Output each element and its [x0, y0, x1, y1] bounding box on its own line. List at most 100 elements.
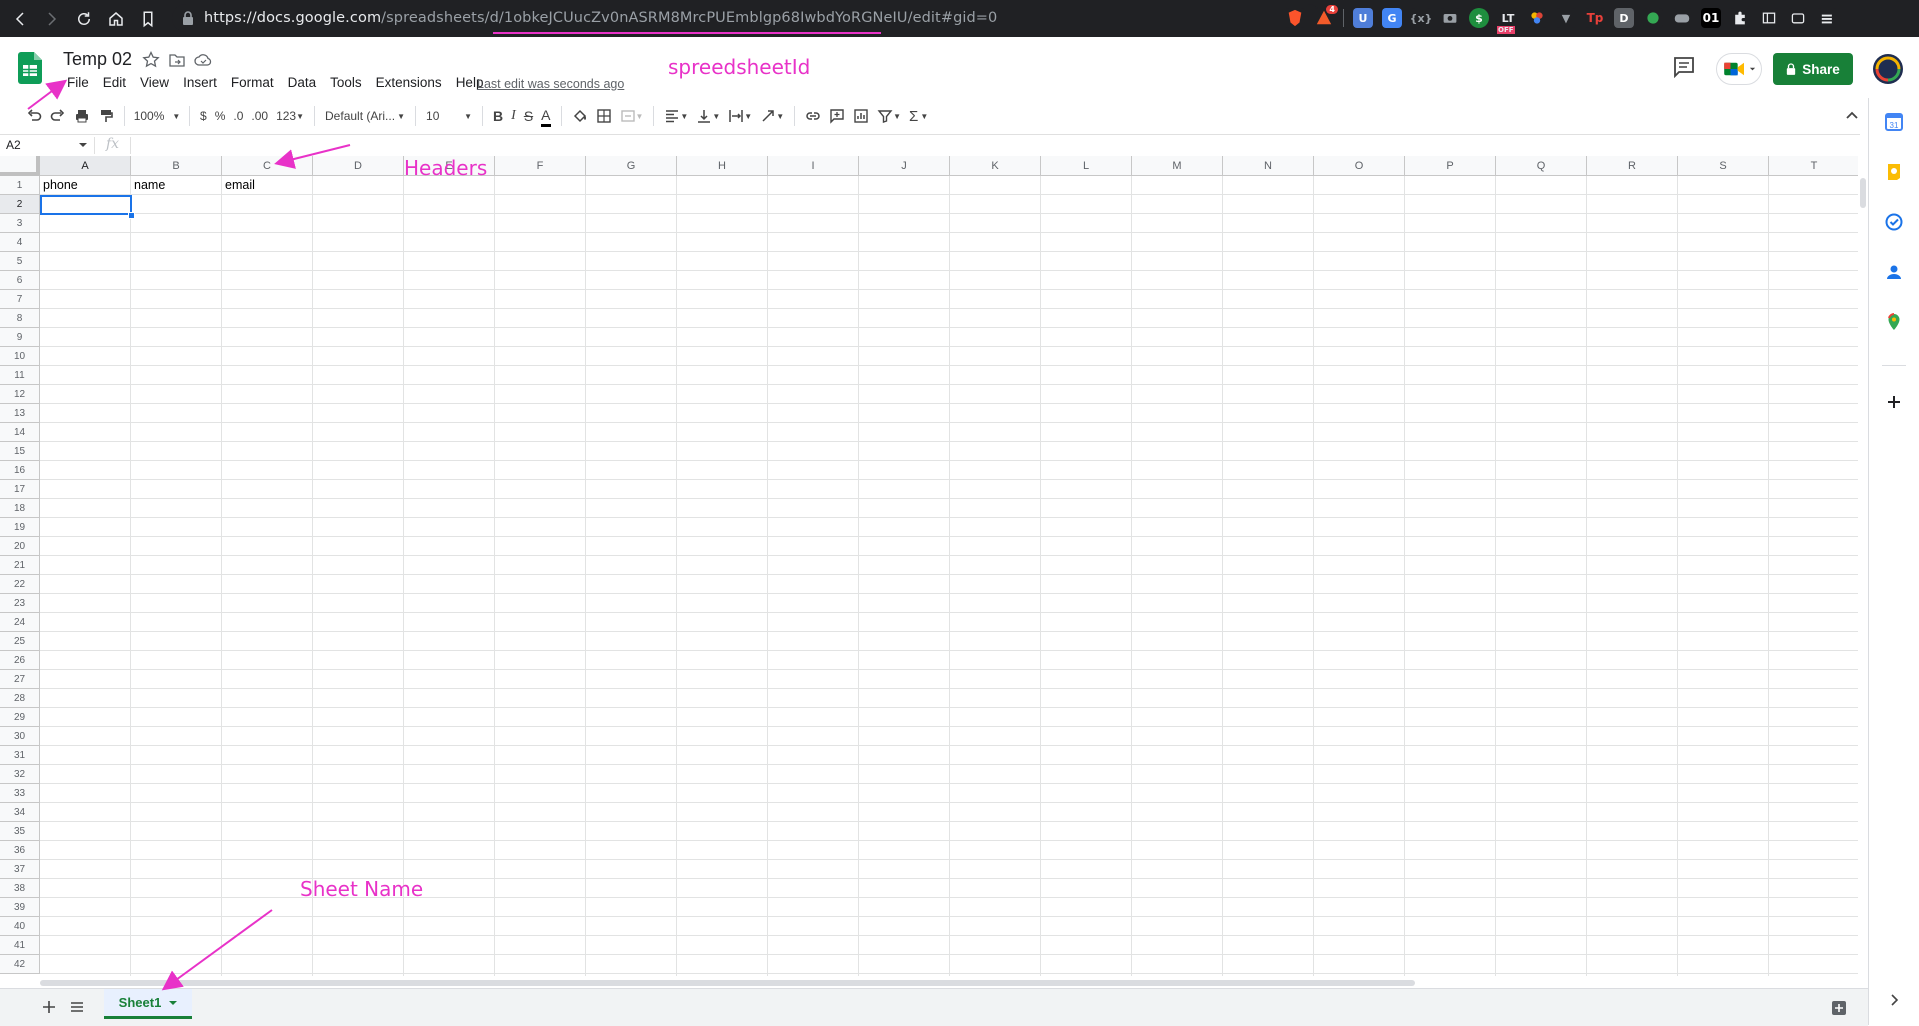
wallet-icon[interactable] — [1788, 8, 1808, 28]
contacts-icon[interactable] — [1884, 262, 1904, 282]
extension-shield-icon[interactable]: U — [1353, 8, 1373, 28]
select-all-corner[interactable] — [0, 156, 40, 176]
row-header[interactable]: 32 — [0, 765, 40, 784]
cloud-status-icon[interactable] — [194, 51, 212, 69]
row-header[interactable]: 22 — [0, 575, 40, 594]
avatar[interactable] — [1873, 54, 1903, 84]
row-header[interactable]: 14 — [0, 423, 40, 442]
column-header-j[interactable]: J — [859, 156, 950, 176]
reload-icon[interactable] — [68, 3, 100, 35]
column-header-l[interactable]: L — [1041, 156, 1132, 176]
menu-extensions[interactable]: Extensions — [369, 75, 449, 90]
column-header-f[interactable]: F — [495, 156, 586, 176]
column-header-p[interactable]: P — [1405, 156, 1496, 176]
column-header-r[interactable]: R — [1587, 156, 1678, 176]
column-header-b[interactable]: B — [131, 156, 222, 176]
undo-icon[interactable] — [26, 104, 42, 128]
camera-icon[interactable] — [1440, 8, 1460, 28]
row-header[interactable]: 40 — [0, 917, 40, 936]
row-header[interactable]: 42 — [0, 955, 40, 974]
text-wrap-icon[interactable]: ▼ — [728, 104, 752, 128]
chevron-up-icon[interactable] — [1843, 106, 1861, 124]
row-header[interactable]: 11 — [0, 366, 40, 385]
cell-area[interactable] — [40, 176, 1858, 976]
maps-icon[interactable] — [1884, 312, 1904, 332]
d-ext-icon[interactable]: D — [1614, 8, 1634, 28]
column-header-n[interactable]: N — [1223, 156, 1314, 176]
row-header[interactable]: 39 — [0, 898, 40, 917]
font-size-select[interactable]: 10 ▼ — [426, 104, 472, 128]
paint-format-icon[interactable] — [98, 104, 114, 128]
row-header[interactable]: 7 — [0, 290, 40, 309]
v-ext-icon[interactable]: ▼ — [1556, 8, 1576, 28]
row-header[interactable]: 8 — [0, 309, 40, 328]
text-rotation-icon[interactable]: ▼ — [760, 104, 784, 128]
row-header[interactable]: 9 — [0, 328, 40, 347]
print-icon[interactable] — [74, 104, 90, 128]
functions-button[interactable]: Σ ▼ — [909, 104, 928, 128]
row-header[interactable]: 21 — [0, 556, 40, 575]
sheet-tab-sheet1[interactable]: Sheet1 — [104, 989, 192, 1019]
calendar-icon[interactable]: 31 — [1884, 112, 1904, 132]
tasks-icon[interactable] — [1884, 212, 1904, 232]
insert-link-icon[interactable] — [805, 104, 821, 128]
dollar-icon[interactable]: $ — [1469, 8, 1489, 28]
insert-chart-icon[interactable] — [853, 104, 869, 128]
home-icon[interactable] — [100, 3, 132, 35]
column-header-a[interactable]: A — [40, 156, 131, 176]
redo-icon[interactable] — [50, 104, 66, 128]
row-header[interactable]: 24 — [0, 613, 40, 632]
vertical-align-icon[interactable]: ▼ — [696, 104, 720, 128]
all-sheets-icon[interactable] — [69, 999, 85, 1015]
row-header[interactable]: 5 — [0, 252, 40, 271]
column-header-t[interactable]: T — [1769, 156, 1858, 176]
menu-insert[interactable]: Insert — [176, 75, 224, 90]
menu-tools[interactable]: Tools — [323, 75, 369, 90]
row-header[interactable]: 41 — [0, 936, 40, 955]
column-header-m[interactable]: M — [1132, 156, 1223, 176]
cell-a1[interactable]: phone — [40, 176, 130, 195]
explore-icon[interactable] — [1830, 999, 1848, 1017]
column-header-g[interactable]: G — [586, 156, 677, 176]
spreadsheet-grid[interactable]: ABCDEFGHIJKLMNOPQRST 1 2 3 4 5 6 7 8 9 10 11 12 13 14… — [0, 156, 1858, 976]
horizontal-align-icon[interactable]: ▼ — [664, 104, 688, 128]
sidebar-toggle-icon[interactable] — [1759, 8, 1779, 28]
row-header[interactable]: 28 — [0, 689, 40, 708]
row-header[interactable]: 17 — [0, 480, 40, 499]
row-header[interactable]: 38 — [0, 879, 40, 898]
last-edit-link[interactable]: Last edit was seconds ago — [477, 77, 624, 91]
zoom-select[interactable]: 100% ▼ — [134, 104, 181, 128]
increase-decimal-button[interactable]: .00 — [251, 104, 268, 128]
star-icon[interactable] — [142, 51, 160, 69]
vertical-scroll-thumb[interactable] — [1860, 178, 1866, 208]
gamepad-icon[interactable] — [1672, 8, 1692, 28]
sheets-logo-icon[interactable] — [18, 52, 42, 84]
row-header[interactable]: 13 — [0, 404, 40, 423]
row-header[interactable]: 37 — [0, 860, 40, 879]
forward-icon[interactable] — [36, 3, 68, 35]
menu-format[interactable]: Format — [224, 75, 281, 90]
brave-shield-icon[interactable] — [1285, 8, 1305, 28]
green-ext-icon[interactable] — [1643, 8, 1663, 28]
browser-menu-icon[interactable]: ≡ — [1817, 8, 1837, 28]
name-box[interactable]: A2 — [6, 138, 21, 152]
back-icon[interactable] — [4, 3, 36, 35]
bold-button[interactable]: B — [493, 104, 503, 128]
row-header[interactable]: 15 — [0, 442, 40, 461]
languagetool-icon[interactable]: LT OFF — [1497, 8, 1518, 34]
get-addons-icon[interactable] — [1884, 392, 1904, 412]
comments-icon[interactable] — [1672, 56, 1696, 78]
row-header[interactable]: 3 — [0, 214, 40, 233]
column-header-k[interactable]: K — [950, 156, 1041, 176]
column-header-d[interactable]: D — [313, 156, 404, 176]
zero-one-ext-icon[interactable]: 01 — [1701, 8, 1721, 28]
brave-rewards-icon[interactable]: 4 — [1314, 5, 1338, 28]
currency-button[interactable]: $ — [200, 104, 207, 128]
decrease-decimal-button[interactable]: .0 — [233, 104, 243, 128]
borders-icon[interactable] — [596, 104, 612, 128]
row-header[interactable]: 34 — [0, 803, 40, 822]
row-header[interactable]: 27 — [0, 670, 40, 689]
vertical-scrollbar[interactable] — [1858, 156, 1868, 976]
row-header[interactable]: 2 — [0, 195, 40, 214]
chevron-right-icon[interactable] — [1884, 990, 1904, 1010]
